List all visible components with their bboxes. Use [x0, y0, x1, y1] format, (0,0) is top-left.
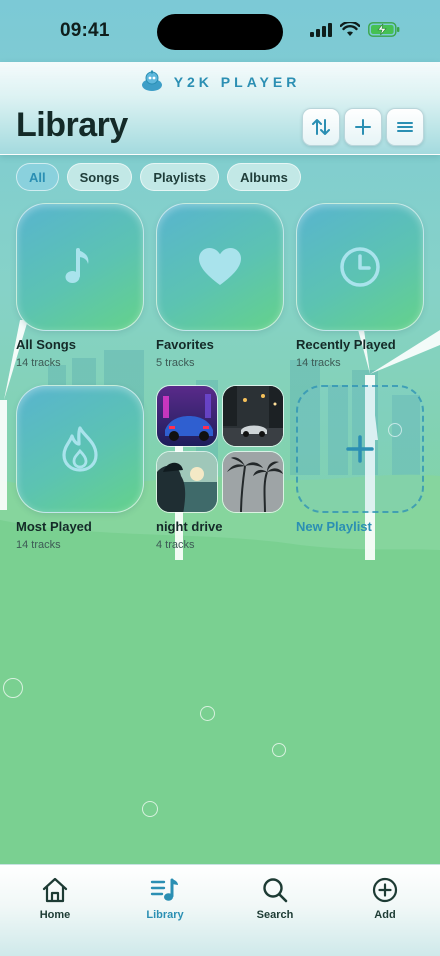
tab-search[interactable]: Search [235, 875, 315, 921]
album-art-sunset-driver [156, 451, 218, 513]
tab-home[interactable]: Home [15, 875, 95, 921]
sort-button[interactable] [302, 108, 340, 146]
signal-icon [310, 22, 332, 37]
library-item-night-drive[interactable]: night drive 4 tracks [156, 385, 284, 551]
status-bar: 09:41 [0, 0, 440, 62]
page-title: Library [16, 106, 128, 144]
album-art-palm-trees [222, 451, 284, 513]
library-icon [150, 878, 178, 901]
plus-icon [346, 435, 374, 463]
menu-button[interactable] [386, 108, 424, 146]
bubble-decoration [200, 706, 215, 721]
tile-artwork [296, 203, 424, 331]
tile-artwork [156, 203, 284, 331]
home-icon [42, 877, 68, 903]
album-collage [156, 385, 284, 513]
tile-subtitle: 4 tracks [156, 539, 195, 551]
filter-chip-albums[interactable]: Albums [227, 163, 301, 191]
tab-bar: Home Library Search Add [0, 864, 440, 956]
status-time: 09:41 [60, 20, 110, 41]
album-art-neon-car [156, 385, 218, 447]
brand: Y2K PLAYER [0, 70, 440, 94]
new-playlist-button[interactable]: New Playlist [296, 385, 424, 534]
clock-icon [340, 247, 380, 287]
library-item-recently-played[interactable]: Recently Played 14 tracks [296, 203, 424, 369]
plus-icon [355, 119, 371, 135]
tile-title: Favorites [156, 337, 214, 352]
battery-charging-icon [368, 22, 400, 37]
tab-label: Library [146, 909, 184, 921]
filter-chip-playlists[interactable]: Playlists [140, 163, 220, 191]
bubble-decoration [3, 678, 23, 698]
robot-mascot-icon [141, 70, 162, 91]
wifi-icon [340, 22, 360, 36]
tab-label: Search [256, 909, 294, 921]
search-icon [263, 878, 288, 903]
tile-subtitle: 14 tracks [16, 539, 61, 551]
tab-label: Home [39, 909, 71, 921]
dynamic-island [157, 14, 283, 50]
album-art-city-street [222, 385, 284, 447]
status-icons [310, 22, 400, 37]
tile-title: Most Played [16, 519, 92, 534]
tab-add[interactable]: Add [345, 875, 425, 921]
filter-chips: All Songs Playlists Albums [16, 163, 301, 191]
filter-chip-all[interactable]: All [16, 163, 59, 191]
library-item-favorites[interactable]: Favorites 5 tracks [156, 203, 284, 369]
menu-icon [397, 122, 413, 132]
bubble-decoration [142, 801, 158, 817]
bubble-decoration [272, 743, 286, 757]
tile-subtitle: 5 tracks [156, 357, 195, 369]
tile-subtitle: 14 tracks [296, 357, 341, 369]
music-note-icon [65, 248, 89, 283]
library-item-all-songs[interactable]: All Songs 14 tracks [16, 203, 144, 369]
library-item-most-played[interactable]: Most Played 14 tracks [16, 385, 144, 551]
tile-artwork [16, 385, 144, 513]
tile-artwork [16, 203, 144, 331]
heart-icon [199, 248, 241, 285]
header-actions [302, 108, 424, 146]
tab-label: Add [374, 909, 396, 921]
add-circle-icon [372, 877, 398, 903]
sort-icon [312, 119, 330, 135]
tile-title: New Playlist [296, 519, 372, 534]
filter-chip-songs[interactable]: Songs [66, 163, 133, 191]
tile-title: All Songs [16, 337, 76, 352]
tile-title: Recently Played [296, 337, 396, 352]
flame-icon [62, 426, 98, 472]
tile-title: night drive [156, 519, 223, 534]
library-header: Y2K PLAYER Library [0, 62, 440, 155]
brand-name: Y2K PLAYER [173, 74, 301, 90]
tab-library[interactable]: Library [125, 875, 205, 921]
add-button[interactable] [344, 108, 382, 146]
tile-artwork [296, 385, 424, 513]
tile-subtitle: 14 tracks [16, 357, 61, 369]
